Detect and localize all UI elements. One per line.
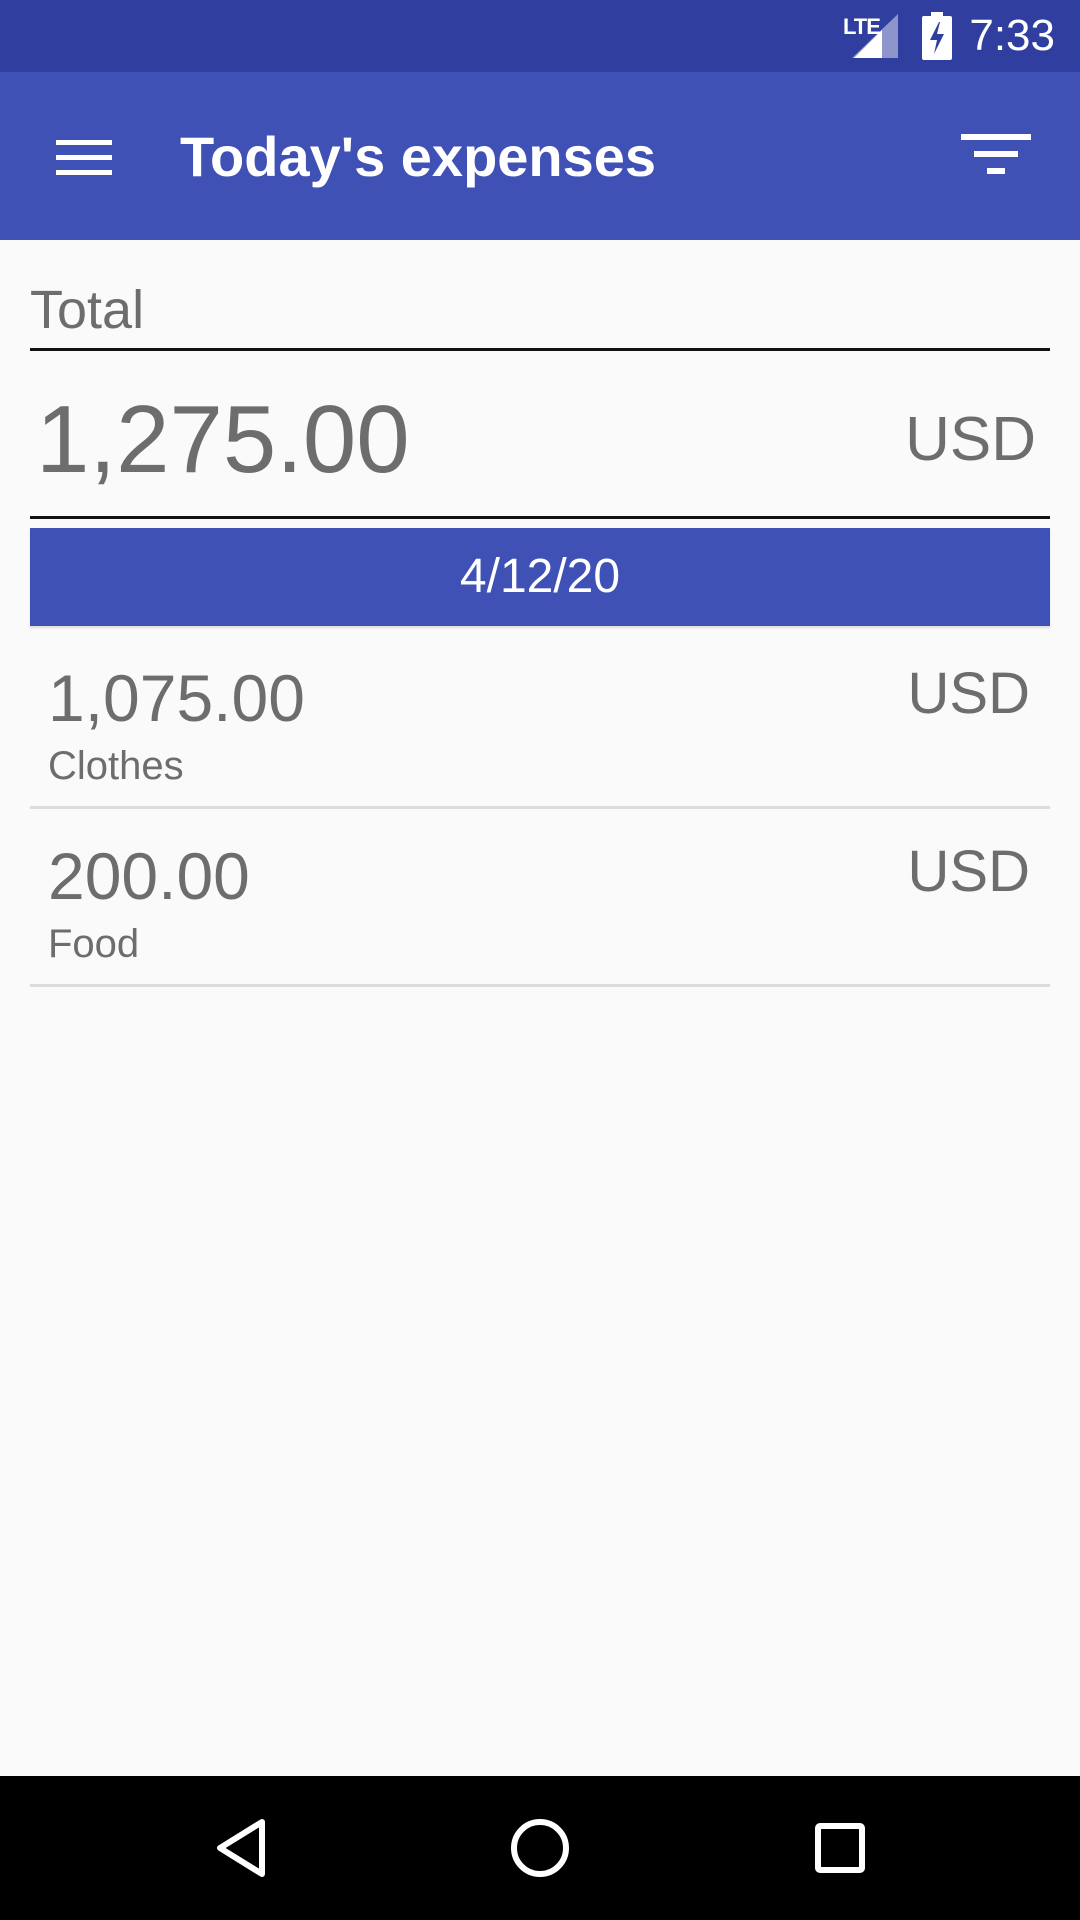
expenses-screen: LTE 7:33 Today's expenses Total 1,275.00… [0,0,1080,1920]
expense-amount: 1,075.00 [48,661,305,735]
total-currency: USD [905,405,1036,474]
expense-row-clothes[interactable]: 1,075.00 Clothes USD [30,630,1050,809]
signal-icon [852,14,898,58]
filter-icon[interactable] [950,122,1040,192]
status-bar: LTE 7:33 [0,0,1080,72]
date-group-header: 4/12/20 [30,528,1050,626]
total-divider-bottom [30,516,1050,519]
total-divider-top [30,348,1050,351]
back-triangle-icon[interactable] [190,1798,290,1898]
expense-amount: 200.00 [48,839,250,913]
expense-currency: USD [907,661,1030,726]
total-label: Total [30,280,145,340]
system-nav-bar [0,1776,1080,1920]
recents-square-icon[interactable] [790,1798,890,1898]
hamburger-menu-icon[interactable] [40,122,130,192]
app-bar: Today's expenses [0,72,1080,240]
battery-charging-icon [922,12,952,60]
total-amount: 1,275.00 [36,386,410,493]
clock: 7:33 [969,11,1055,60]
expense-currency: USD [907,839,1030,904]
expense-category: Food [48,922,140,966]
page-title: Today's expenses [180,125,657,188]
expense-category: Clothes [48,744,184,788]
expense-row-food[interactable]: 200.00 Food USD [30,808,1050,987]
home-circle-icon[interactable] [490,1798,590,1898]
